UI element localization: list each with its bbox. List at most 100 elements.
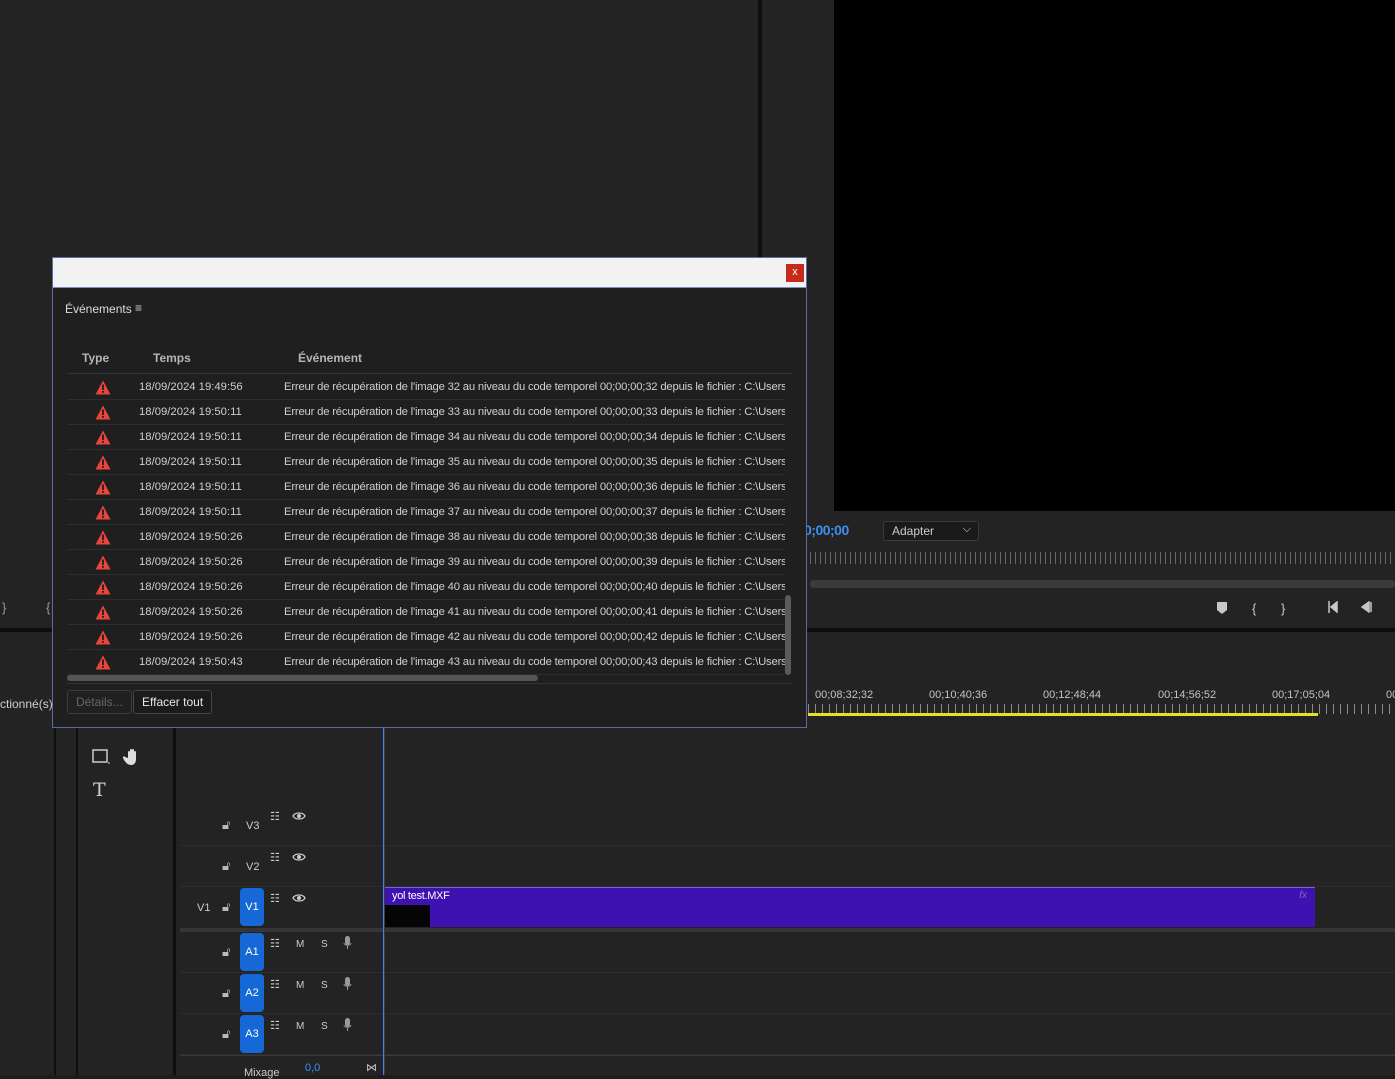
mix-volume-value[interactable]: 0,0 [305,1062,320,1074]
fit-zoom-label: Adapter [892,524,935,538]
column-header-event[interactable]: Événement [298,351,362,365]
mute-button[interactable]: M [296,1021,304,1032]
warning-icon [95,505,111,520]
mark-out-icon[interactable]: } [2,600,6,615]
track-row-v3[interactable] [180,805,1395,846]
monitor-time-ruler[interactable] [810,552,1395,564]
microphone-icon[interactable] [343,977,352,994]
mute-button[interactable]: M [296,980,304,991]
monitor-zoom-scrollbar[interactable] [810,580,1395,588]
source-patch-v1[interactable]: V1 [197,902,210,914]
go-to-end-icon[interactable]: ⋈ [366,1061,377,1074]
event-row[interactable]: 18/09/2024 19:50:26 Erreur de récupératio… [67,600,785,625]
track-target-a3[interactable]: A3 [240,1015,264,1053]
mark-in-icon[interactable]: { [46,600,50,615]
event-row[interactable]: 18/09/2024 19:50:11 Erreur de récupératio… [67,475,785,500]
warning-icon [95,630,111,645]
sync-lock-icon[interactable]: ☷ [270,851,280,864]
event-row[interactable]: 18/09/2024 19:50:26 Erreur de récupératio… [67,625,785,650]
event-time: 18/09/2024 19:50:11 [139,481,242,493]
dialog-titlebar[interactable]: x [53,258,806,288]
event-row[interactable]: 18/09/2024 19:50:26 Erreur de récupératio… [67,525,785,550]
event-time: 18/09/2024 19:50:11 [139,506,242,518]
lock-icon[interactable]: 🔓︎ [222,817,230,833]
eye-icon[interactable] [292,852,306,865]
warning-icon [95,430,111,445]
track-row-a2[interactable] [180,973,1395,1014]
solo-button[interactable]: S [321,980,328,991]
event-message: Erreur de récupération de l'image 40 au … [284,581,785,593]
event-message: Erreur de récupération de l'image 35 au … [284,456,785,468]
selection-count-label: ctionné(s) [0,697,53,711]
lock-icon[interactable]: 🔓︎ [222,899,230,915]
event-row[interactable]: 18/09/2024 19:50:43 Erreur de récupératio… [67,650,785,675]
eye-icon[interactable] [292,893,306,906]
work-area-bar[interactable] [808,713,1318,716]
fx-badge-icon[interactable]: fx [1299,890,1307,901]
video-clip[interactable]: yol test.MXF fx [385,887,1315,927]
event-row[interactable]: 18/09/2024 19:50:11 Erreur de récupératio… [67,425,785,450]
track-row-a3[interactable] [180,1014,1395,1055]
lock-icon[interactable]: 🔓︎ [222,985,230,1001]
clear-all-button[interactable]: Effacer tout [133,690,213,714]
microphone-icon[interactable] [343,936,352,953]
warning-icon [95,455,111,470]
event-message: Erreur de récupération de l'image 37 au … [284,506,785,518]
solo-button[interactable]: S [321,1021,328,1032]
program-monitor-controls [762,511,1395,628]
sync-lock-icon[interactable]: ☷ [270,810,280,823]
step-back-icon[interactable] [1360,600,1374,616]
lock-icon[interactable]: 🔓︎ [222,1026,230,1042]
sync-lock-icon[interactable]: ☷ [270,937,280,950]
event-time: 18/09/2024 19:50:26 [139,606,243,618]
rectangle-tool-icon[interactable] [92,749,110,770]
horizontal-scrollbar[interactable] [67,675,538,681]
eye-icon[interactable] [292,811,306,824]
track-target-a1[interactable]: A1 [240,933,264,971]
event-row[interactable]: 18/09/2024 19:50:11 Erreur de récupératio… [67,450,785,475]
vertical-scrollbar[interactable] [785,595,791,675]
fit-zoom-select[interactable]: Adapter ⌵ [883,521,979,541]
sync-lock-icon[interactable]: ☷ [270,978,280,991]
event-time: 18/09/2024 19:50:43 [139,656,243,668]
track-target-v1[interactable]: V1 [240,888,264,926]
panel-menu-icon[interactable]: ≡ [135,301,142,315]
playhead-line[interactable] [383,727,384,1075]
mark-out-button-icon[interactable]: } [1281,601,1285,616]
event-row[interactable]: 18/09/2024 19:50:11 Erreur de récupératio… [67,500,785,525]
event-row[interactable]: 18/09/2024 19:50:26 Erreur de récupératio… [67,550,785,575]
ruler-label: 00;08;32;32 [815,689,874,701]
add-marker-icon[interactable] [1216,601,1228,618]
track-row-a1[interactable] [180,932,1395,973]
close-button[interactable]: x [786,264,804,282]
type-tool-icon[interactable]: T [93,779,106,801]
event-time: 18/09/2024 19:50:26 [139,531,243,543]
track-row-v2[interactable] [180,846,1395,887]
sync-lock-icon[interactable]: ☷ [270,892,280,905]
event-row[interactable]: 18/09/2024 19:50:11 Erreur de récupératio… [67,400,785,425]
event-message: Erreur de récupération de l'image 36 au … [284,481,785,493]
event-message: Erreur de récupération de l'image 41 au … [284,606,785,618]
warning-icon [95,480,111,495]
go-to-in-icon[interactable] [1327,600,1343,616]
event-row[interactable]: 18/09/2024 19:49:56 Erreur de récupératio… [67,375,785,400]
track-target-a2[interactable]: A2 [240,974,264,1012]
chevron-down-icon: ⌵ [962,523,971,535]
warning-icon [95,405,111,420]
event-time: 18/09/2024 19:50:26 [139,581,243,593]
panel-title: Événements [65,302,132,316]
sync-lock-icon[interactable]: ☷ [270,1019,280,1032]
lock-icon[interactable]: 🔓︎ [222,858,230,874]
playhead-timecode[interactable]: 0;00;00 [804,522,849,538]
hand-tool-icon[interactable] [122,747,143,772]
mute-button[interactable]: M [296,939,304,950]
column-header-type[interactable]: Type [82,351,109,365]
column-header-time[interactable]: Temps [153,351,191,365]
solo-button[interactable]: S [321,939,328,950]
microphone-icon[interactable] [343,1018,352,1035]
event-row[interactable]: 18/09/2024 19:50:26 Erreur de récupératio… [67,575,785,600]
footer-divider [67,683,792,684]
mark-in-button-icon[interactable]: { [1252,601,1256,616]
details-button[interactable]: Détails... [67,690,132,714]
lock-icon[interactable]: 🔓︎ [222,944,230,960]
